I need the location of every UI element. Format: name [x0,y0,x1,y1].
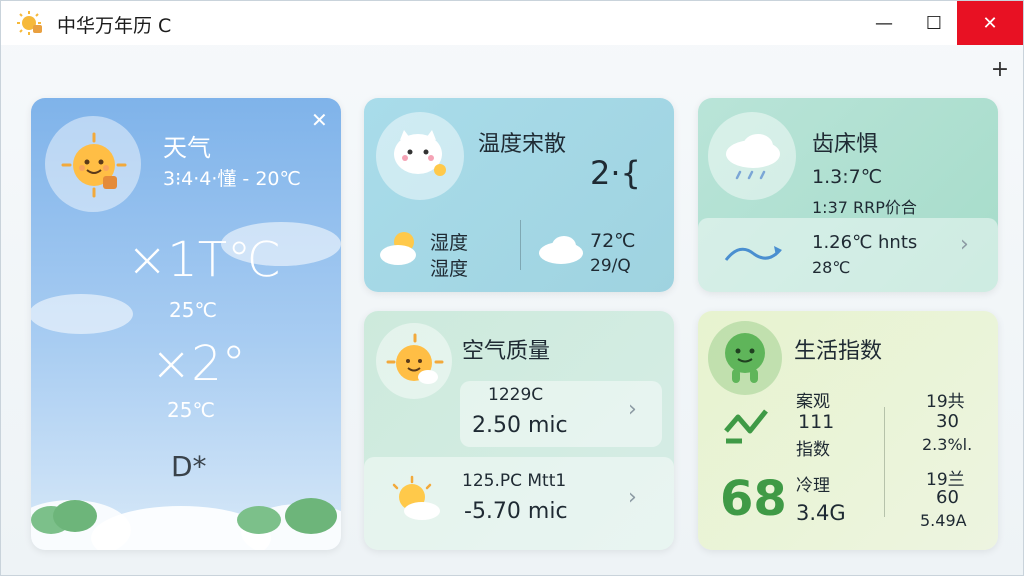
rain-title: 齿床惧 [812,132,879,157]
air-row-1-value: 2.50 mic [472,413,568,438]
wind-chevron-icon[interactable]: › [960,232,969,257]
wind-icon [724,246,782,261]
side-cloud-icon [221,222,341,266]
bottom-clouds-icon [31,498,341,550]
humidity-row-label-2: 湿度 [430,258,469,280]
air-quality-card[interactable]: 空气质量 1229C 2.50 mic › 125.PC Mtt1 -5.70 … [364,311,674,550]
life-col1-value: 111 [798,411,835,433]
maximize-button[interactable]: ☐ [911,1,957,45]
weather-close-icon[interactable]: ✕ [311,108,328,132]
life-col2-label: 19共 [926,392,965,412]
side-cloud-2-icon [31,294,133,334]
sun-mascot-small-icon [386,333,444,384]
life-divider [884,407,885,517]
life-col1-label: 案观 [796,392,830,412]
rain-cloud-icon [726,134,780,180]
cloud-small-icon [539,236,583,264]
air-row-2-label: 125.PC Mtt1 [462,471,567,491]
air-row-1-chevron-icon[interactable]: › [628,397,637,422]
life-trend-icon [724,409,768,444]
sun-cloud-icon [392,475,440,520]
app-window: 中华万年历 C — ☐ ✕ + 天气 ✕ 3⁝4·4·懂 - 20℃ ×1T℃ … [0,0,1024,576]
life-col1-sub: 指数 [796,440,830,460]
humidity-value: 2·{ [590,154,641,192]
humidity-title: 温度宋散 [478,132,567,157]
weather-card[interactable]: 天气 ✕ 3⁝4·4·懂 - 20℃ ×1T℃ 25℃ ×2° 25℃ D* [31,98,341,550]
temperature-sub: 25℃ [169,298,217,322]
weather-range: 3⁝4·4·懂 - 20℃ [163,168,301,190]
sun-mascot-icon [61,132,127,198]
life-col2-sub: 2.3%l. [922,435,973,454]
humidity-card[interactable]: 温度宋散 2·{ 湿度 湿度 72℃ 29/Q [364,98,674,292]
temperature-second: ×2° [151,336,246,392]
minimize-button[interactable]: — [861,1,907,45]
life-row2-value: 3.4G [796,501,846,525]
life-col2-value: 30 [936,411,959,432]
maximize-icon: ☐ [925,12,943,34]
life-big-number: 68 [720,471,787,527]
air-row-1-label: 1229C [488,385,544,405]
humidity-row-label-1: 湿度 [430,232,469,254]
life-col3-sub: 5.49A [920,511,967,530]
weather-title: 天气 [163,134,211,162]
humidity-divider [520,220,521,270]
humidity-right-sub: 29/Q [590,256,631,276]
air-row-2-value: -5.70 mic [464,499,568,524]
life-col3-value: 60 [936,487,959,508]
life-index-card[interactable]: 生活指数 案观 111 指数 19共 30 2.3%l. 68 冷理 3.4G … [698,311,998,550]
close-icon: ✕ [982,12,998,34]
rain-line-2: 1:37 RRP价合 [812,198,917,217]
close-button[interactable]: ✕ [957,1,1023,45]
sun-cloud-small-icon [380,232,416,265]
sun-logo-icon [17,11,42,35]
app-title: 中华万年历 C [57,15,172,37]
wind-value: 1.26℃ hnts [812,232,918,253]
add-button[interactable]: + [987,57,1013,83]
life-title: 生活指数 [794,339,883,364]
temperature-second-sub: 25℃ [167,398,215,422]
green-mascot-icon [725,333,765,383]
wind-sub: 28℃ [812,258,851,277]
air-row-2-chevron-icon[interactable]: › [628,485,637,510]
minimize-icon: — [875,12,893,34]
rain-line-1: 1.3:7℃ [812,166,883,188]
humidity-right-value: 72℃ [590,230,636,252]
title-bar: 中华万年历 C — ☐ ✕ [1,1,1023,45]
air-title: 空气质量 [462,339,551,364]
cat-cloud-icon [394,130,446,176]
rain-card[interactable]: 齿床惧 1.3:7℃ 1:37 RRP价合 1.26℃ hnts 28℃ › [698,98,998,292]
life-row2-label: 冷理 [796,476,830,496]
